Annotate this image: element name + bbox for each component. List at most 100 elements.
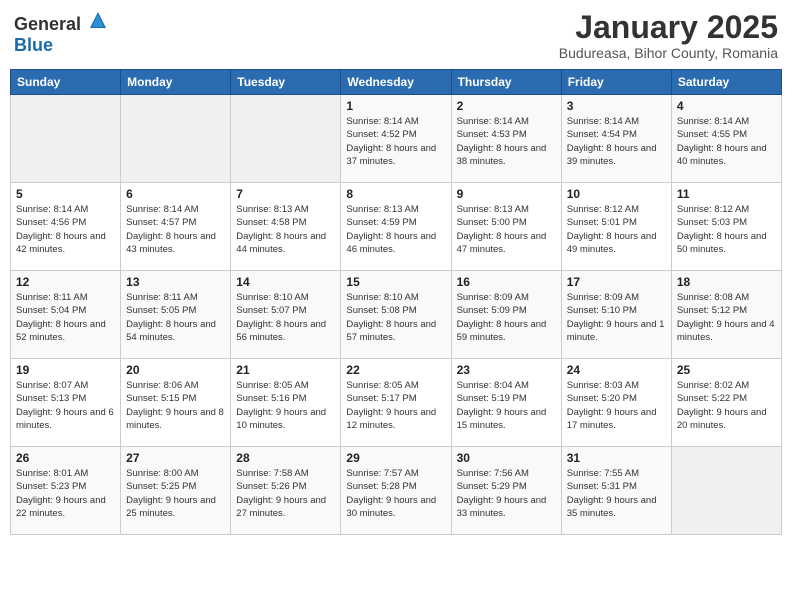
weekday-header: Sunday	[11, 70, 121, 95]
calendar-cell: 15Sunrise: 8:10 AM Sunset: 5:08 PM Dayli…	[341, 271, 451, 359]
weekday-header: Saturday	[671, 70, 781, 95]
calendar-cell: 28 Sunrise: 7:58 AM Sunset: 5:26 PM Dayli…	[231, 447, 341, 535]
calendar-cell: 8 Sunrise: 8:13 AM Sunset: 4:59 PM Daylig…	[341, 183, 451, 271]
day-number: 20	[126, 363, 225, 377]
day-number: 9	[457, 187, 556, 201]
calendar-cell: 13Sunrise: 8:11 AM Sunset: 5:05 PM Dayli…	[121, 271, 231, 359]
day-info: Sunrise: 8:09 AM Sunset: 5:10 PM Dayligh…	[567, 291, 666, 344]
day-info: Sunrise: 8:12 AM Sunset: 5:03 PM Dayligh…	[677, 203, 776, 256]
day-number: 1	[346, 99, 445, 113]
calendar-cell	[671, 447, 781, 535]
day-info: Sunrise: 8:09 AM Sunset: 5:09 PM Dayligh…	[457, 291, 556, 344]
calendar-table: SundayMondayTuesdayWednesdayThursdayFrid…	[10, 69, 782, 535]
day-number: 7	[236, 187, 335, 201]
day-info: Sunrise: 8:02 AM Sunset: 5:22 PM Dayligh…	[677, 379, 776, 432]
day-number: 26	[16, 451, 115, 465]
calendar-cell: 24 Sunrise: 8:03 AM Sunset: 5:20 PM Dayli…	[561, 359, 671, 447]
calendar-cell: 29 Sunrise: 7:57 AM Sunset: 5:28 PM Dayli…	[341, 447, 451, 535]
logo-blue: Blue	[14, 35, 53, 55]
day-info: Sunrise: 8:13 AM Sunset: 4:58 PM Dayligh…	[236, 203, 335, 256]
location-subtitle: Budureasa, Bihor County, Romania	[559, 45, 778, 61]
day-info: Sunrise: 8:13 AM Sunset: 5:00 PM Dayligh…	[457, 203, 556, 256]
logo: General Blue	[14, 10, 108, 56]
calendar-cell: 4 Sunrise: 8:14 AM Sunset: 4:55 PM Daylig…	[671, 95, 781, 183]
calendar-cell: 31Sunrise: 7:55 AM Sunset: 5:31 PM Dayli…	[561, 447, 671, 535]
day-info: Sunrise: 8:05 AM Sunset: 5:17 PM Dayligh…	[346, 379, 445, 432]
day-number: 16	[457, 275, 556, 289]
calendar-header-row: SundayMondayTuesdayWednesdayThursdayFrid…	[11, 70, 782, 95]
day-number: 24	[567, 363, 666, 377]
day-info: Sunrise: 8:00 AM Sunset: 5:25 PM Dayligh…	[126, 467, 225, 520]
day-number: 17	[567, 275, 666, 289]
day-number: 21	[236, 363, 335, 377]
month-title: January 2025	[559, 10, 778, 45]
day-info: Sunrise: 7:55 AM Sunset: 5:31 PM Dayligh…	[567, 467, 666, 520]
day-number: 28	[236, 451, 335, 465]
calendar-cell: 20 Sunrise: 8:06 AM Sunset: 5:15 PM Dayli…	[121, 359, 231, 447]
day-number: 29	[346, 451, 445, 465]
day-number: 8	[346, 187, 445, 201]
day-info: Sunrise: 8:11 AM Sunset: 5:04 PM Dayligh…	[16, 291, 115, 344]
calendar-cell: 6 Sunrise: 8:14 AM Sunset: 4:57 PM Daylig…	[121, 183, 231, 271]
day-info: Sunrise: 8:14 AM Sunset: 4:55 PM Dayligh…	[677, 115, 776, 168]
calendar-cell: 25Sunrise: 8:02 AM Sunset: 5:22 PM Dayli…	[671, 359, 781, 447]
calendar-cell: 10Sunrise: 8:12 AM Sunset: 5:01 PM Dayli…	[561, 183, 671, 271]
calendar-cell: 1 Sunrise: 8:14 AM Sunset: 4:52 PM Daylig…	[341, 95, 451, 183]
calendar-cell: 26 Sunrise: 8:01 AM Sunset: 5:23 PM Dayli…	[11, 447, 121, 535]
day-number: 2	[457, 99, 556, 113]
day-number: 13	[126, 275, 225, 289]
day-info: Sunrise: 8:14 AM Sunset: 4:54 PM Dayligh…	[567, 115, 666, 168]
day-number: 23	[457, 363, 556, 377]
day-info: Sunrise: 7:57 AM Sunset: 5:28 PM Dayligh…	[346, 467, 445, 520]
calendar-cell: 19 Sunrise: 8:07 AM Sunset: 5:13 PM Dayli…	[11, 359, 121, 447]
calendar-cell: 16 Sunrise: 8:09 AM Sunset: 5:09 PM Dayli…	[451, 271, 561, 359]
calendar-week-row: 1 Sunrise: 8:14 AM Sunset: 4:52 PM Daylig…	[11, 95, 782, 183]
weekday-header: Tuesday	[231, 70, 341, 95]
calendar-week-row: 26 Sunrise: 8:01 AM Sunset: 5:23 PM Dayli…	[11, 447, 782, 535]
day-number: 12	[16, 275, 115, 289]
day-info: Sunrise: 8:06 AM Sunset: 5:15 PM Dayligh…	[126, 379, 225, 432]
day-number: 5	[16, 187, 115, 201]
weekday-header: Monday	[121, 70, 231, 95]
weekday-header: Thursday	[451, 70, 561, 95]
day-number: 27	[126, 451, 225, 465]
calendar-week-row: 5Sunrise: 8:14 AM Sunset: 4:56 PM Daylig…	[11, 183, 782, 271]
weekday-header: Wednesday	[341, 70, 451, 95]
day-info: Sunrise: 8:10 AM Sunset: 5:07 PM Dayligh…	[236, 291, 335, 344]
day-info: Sunrise: 7:58 AM Sunset: 5:26 PM Dayligh…	[236, 467, 335, 520]
calendar-cell	[231, 95, 341, 183]
logo-general: General	[14, 14, 81, 34]
logo-icon	[88, 10, 108, 30]
day-info: Sunrise: 8:14 AM Sunset: 4:52 PM Dayligh…	[346, 115, 445, 168]
day-info: Sunrise: 7:56 AM Sunset: 5:29 PM Dayligh…	[457, 467, 556, 520]
calendar-cell: 27 Sunrise: 8:00 AM Sunset: 5:25 PM Dayli…	[121, 447, 231, 535]
title-block: January 2025 Budureasa, Bihor County, Ro…	[559, 10, 778, 61]
calendar-cell: 5Sunrise: 8:14 AM Sunset: 4:56 PM Daylig…	[11, 183, 121, 271]
calendar-cell: 11Sunrise: 8:12 AM Sunset: 5:03 PM Dayli…	[671, 183, 781, 271]
day-info: Sunrise: 8:14 AM Sunset: 4:57 PM Dayligh…	[126, 203, 225, 256]
calendar-cell: 17 Sunrise: 8:09 AM Sunset: 5:10 PM Dayli…	[561, 271, 671, 359]
day-number: 30	[457, 451, 556, 465]
day-info: Sunrise: 8:03 AM Sunset: 5:20 PM Dayligh…	[567, 379, 666, 432]
day-number: 19	[16, 363, 115, 377]
calendar-cell: 23 Sunrise: 8:04 AM Sunset: 5:19 PM Dayli…	[451, 359, 561, 447]
day-info: Sunrise: 8:05 AM Sunset: 5:16 PM Dayligh…	[236, 379, 335, 432]
day-info: Sunrise: 8:13 AM Sunset: 4:59 PM Dayligh…	[346, 203, 445, 256]
day-number: 22	[346, 363, 445, 377]
calendar-cell: 21 Sunrise: 8:05 AM Sunset: 5:16 PM Dayli…	[231, 359, 341, 447]
calendar-week-row: 19 Sunrise: 8:07 AM Sunset: 5:13 PM Dayli…	[11, 359, 782, 447]
calendar-cell: 12 Sunrise: 8:11 AM Sunset: 5:04 PM Dayli…	[11, 271, 121, 359]
calendar-cell: 9 Sunrise: 8:13 AM Sunset: 5:00 PM Daylig…	[451, 183, 561, 271]
day-info: Sunrise: 8:10 AM Sunset: 5:08 PM Dayligh…	[346, 291, 445, 344]
day-number: 3	[567, 99, 666, 113]
day-number: 4	[677, 99, 776, 113]
day-info: Sunrise: 8:14 AM Sunset: 4:53 PM Dayligh…	[457, 115, 556, 168]
day-info: Sunrise: 8:04 AM Sunset: 5:19 PM Dayligh…	[457, 379, 556, 432]
day-info: Sunrise: 8:07 AM Sunset: 5:13 PM Dayligh…	[16, 379, 115, 432]
day-info: Sunrise: 8:12 AM Sunset: 5:01 PM Dayligh…	[567, 203, 666, 256]
calendar-cell: 30 Sunrise: 7:56 AM Sunset: 5:29 PM Dayli…	[451, 447, 561, 535]
calendar-cell: 3 Sunrise: 8:14 AM Sunset: 4:54 PM Daylig…	[561, 95, 671, 183]
day-number: 6	[126, 187, 225, 201]
day-info: Sunrise: 8:01 AM Sunset: 5:23 PM Dayligh…	[16, 467, 115, 520]
calendar-cell	[11, 95, 121, 183]
